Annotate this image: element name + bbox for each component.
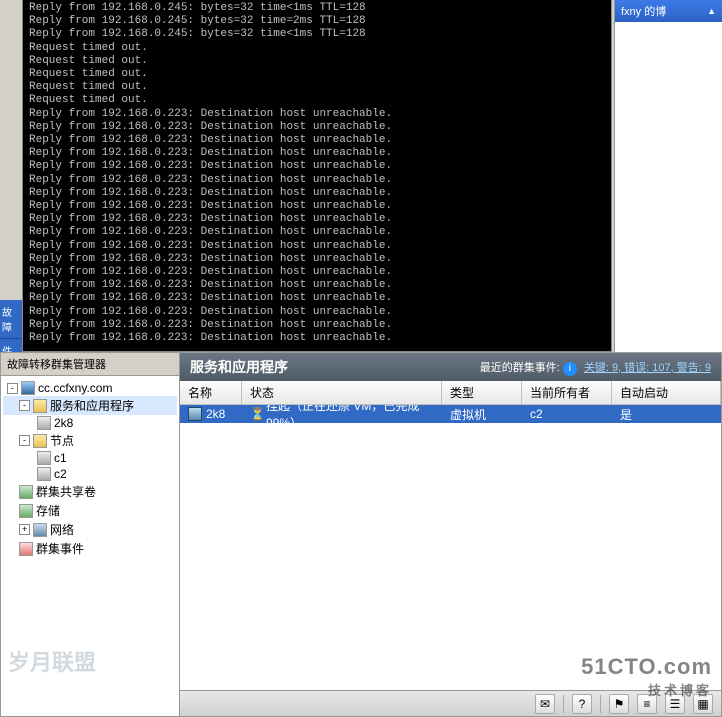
tree-csv[interactable]: 群集共享卷 <box>3 482 177 501</box>
tree-events[interactable]: 群集事件 <box>3 539 177 558</box>
tiles-button[interactable]: ▦ <box>693 694 713 714</box>
expand-icon[interactable]: + <box>19 524 30 535</box>
cluster-icon <box>21 381 35 395</box>
expand-icon[interactable]: - <box>19 400 30 411</box>
failover-cluster-manager: 故障转移群集管理器 -cc.ccfxny.com -服务和应用程序 2k8 -节… <box>0 352 722 717</box>
vm-icon <box>37 416 51 430</box>
server-icon <box>37 451 51 465</box>
right-panel-body <box>615 22 722 322</box>
info-icon: i <box>563 362 577 376</box>
col-auto[interactable]: 自动启动 <box>612 381 721 404</box>
grid-body[interactable]: 2k8 ⏳挂起（正在还原 VM，已完成 99%） 虚拟机 c2 是 <box>180 405 721 690</box>
events-icon <box>19 542 33 556</box>
console-output: Reply from 192.168.0.245: bytes=32 time<… <box>29 2 392 344</box>
tree-title: 故障转移群集管理器 <box>1 353 179 376</box>
left-tab-strip: 故障 件(F <box>0 300 22 352</box>
hourglass-icon: ⏳ <box>250 407 262 421</box>
details-button[interactable]: ☰ <box>665 694 685 714</box>
right-panel-title: fxny 的博 <box>621 3 666 19</box>
col-owner[interactable]: 当前所有者 <box>522 381 612 404</box>
status-bar: ✉ ? ⚑ ≡ ☰ ▦ <box>180 690 721 716</box>
content-header: 服务和应用程序 最近的群集事件: i关键: 9, 错误: 107, 警告: 9 <box>180 353 721 381</box>
cell-auto: 是 <box>612 405 721 424</box>
tree-vm-2k8[interactable]: 2k8 <box>3 415 177 431</box>
right-side-panel: fxny 的博 ▲ <box>614 0 722 352</box>
expand-icon[interactable]: - <box>19 435 30 446</box>
tree-node-c2[interactable]: c2 <box>3 466 177 482</box>
command-prompt[interactable]: Reply from 192.168.0.245: bytes=32 time<… <box>22 0 612 352</box>
network-icon <box>33 523 47 537</box>
tree-network[interactable]: +网络 <box>3 520 177 539</box>
events-link[interactable]: 关键: 9, 错误: 107, 警告: 9 <box>584 362 711 374</box>
separator <box>563 695 564 713</box>
tree-root[interactable]: -cc.ccfxny.com <box>3 380 177 396</box>
vm-icon <box>188 407 202 421</box>
services-grid: 名称 状态 类型 当前所有者 自动启动 2k8 ⏳挂起（正在还原 VM，已完成 … <box>180 381 721 690</box>
separator <box>600 695 601 713</box>
server-icon <box>37 467 51 481</box>
tree-storage[interactable]: 存储 <box>3 501 177 520</box>
left-tab-1[interactable]: 故障 <box>0 300 22 339</box>
list-button[interactable]: ≡ <box>637 694 657 714</box>
expand-icon[interactable]: - <box>7 383 18 394</box>
tree-nodes[interactable]: -节点 <box>3 431 177 450</box>
volume-icon <box>19 485 33 499</box>
cluster-tree[interactable]: 故障转移群集管理器 -cc.ccfxny.com -服务和应用程序 2k8 -节… <box>0 352 180 717</box>
grid-header: 名称 状态 类型 当前所有者 自动启动 <box>180 381 721 405</box>
col-type[interactable]: 类型 <box>442 381 522 404</box>
collapse-caret-icon[interactable]: ▲ <box>707 6 716 16</box>
mail-button[interactable]: ✉ <box>535 694 555 714</box>
content-pane: 服务和应用程序 最近的群集事件: i关键: 9, 错误: 107, 警告: 9 … <box>180 352 722 717</box>
table-row[interactable]: 2k8 ⏳挂起（正在还原 VM，已完成 99%） 虚拟机 c2 是 <box>180 405 721 423</box>
content-title: 服务和应用程序 <box>190 357 288 377</box>
recent-events: 最近的群集事件: i关键: 9, 错误: 107, 警告: 9 <box>480 359 711 376</box>
storage-icon <box>19 504 33 518</box>
cell-name: 2k8 <box>180 406 242 422</box>
tree-node-c1[interactable]: c1 <box>3 450 177 466</box>
col-status[interactable]: 状态 <box>242 381 442 404</box>
flag-button[interactable]: ⚑ <box>609 694 629 714</box>
folder-icon <box>33 399 47 413</box>
cell-owner: c2 <box>522 406 612 422</box>
cell-type: 虚拟机 <box>442 405 522 424</box>
tree-services[interactable]: -服务和应用程序 <box>3 396 177 415</box>
folder-icon <box>33 434 47 448</box>
cell-status: ⏳挂起（正在还原 VM，已完成 99%） <box>242 405 442 432</box>
col-name[interactable]: 名称 <box>180 381 242 404</box>
help-button[interactable]: ? <box>572 694 592 714</box>
right-panel-header[interactable]: fxny 的博 ▲ <box>615 0 722 22</box>
